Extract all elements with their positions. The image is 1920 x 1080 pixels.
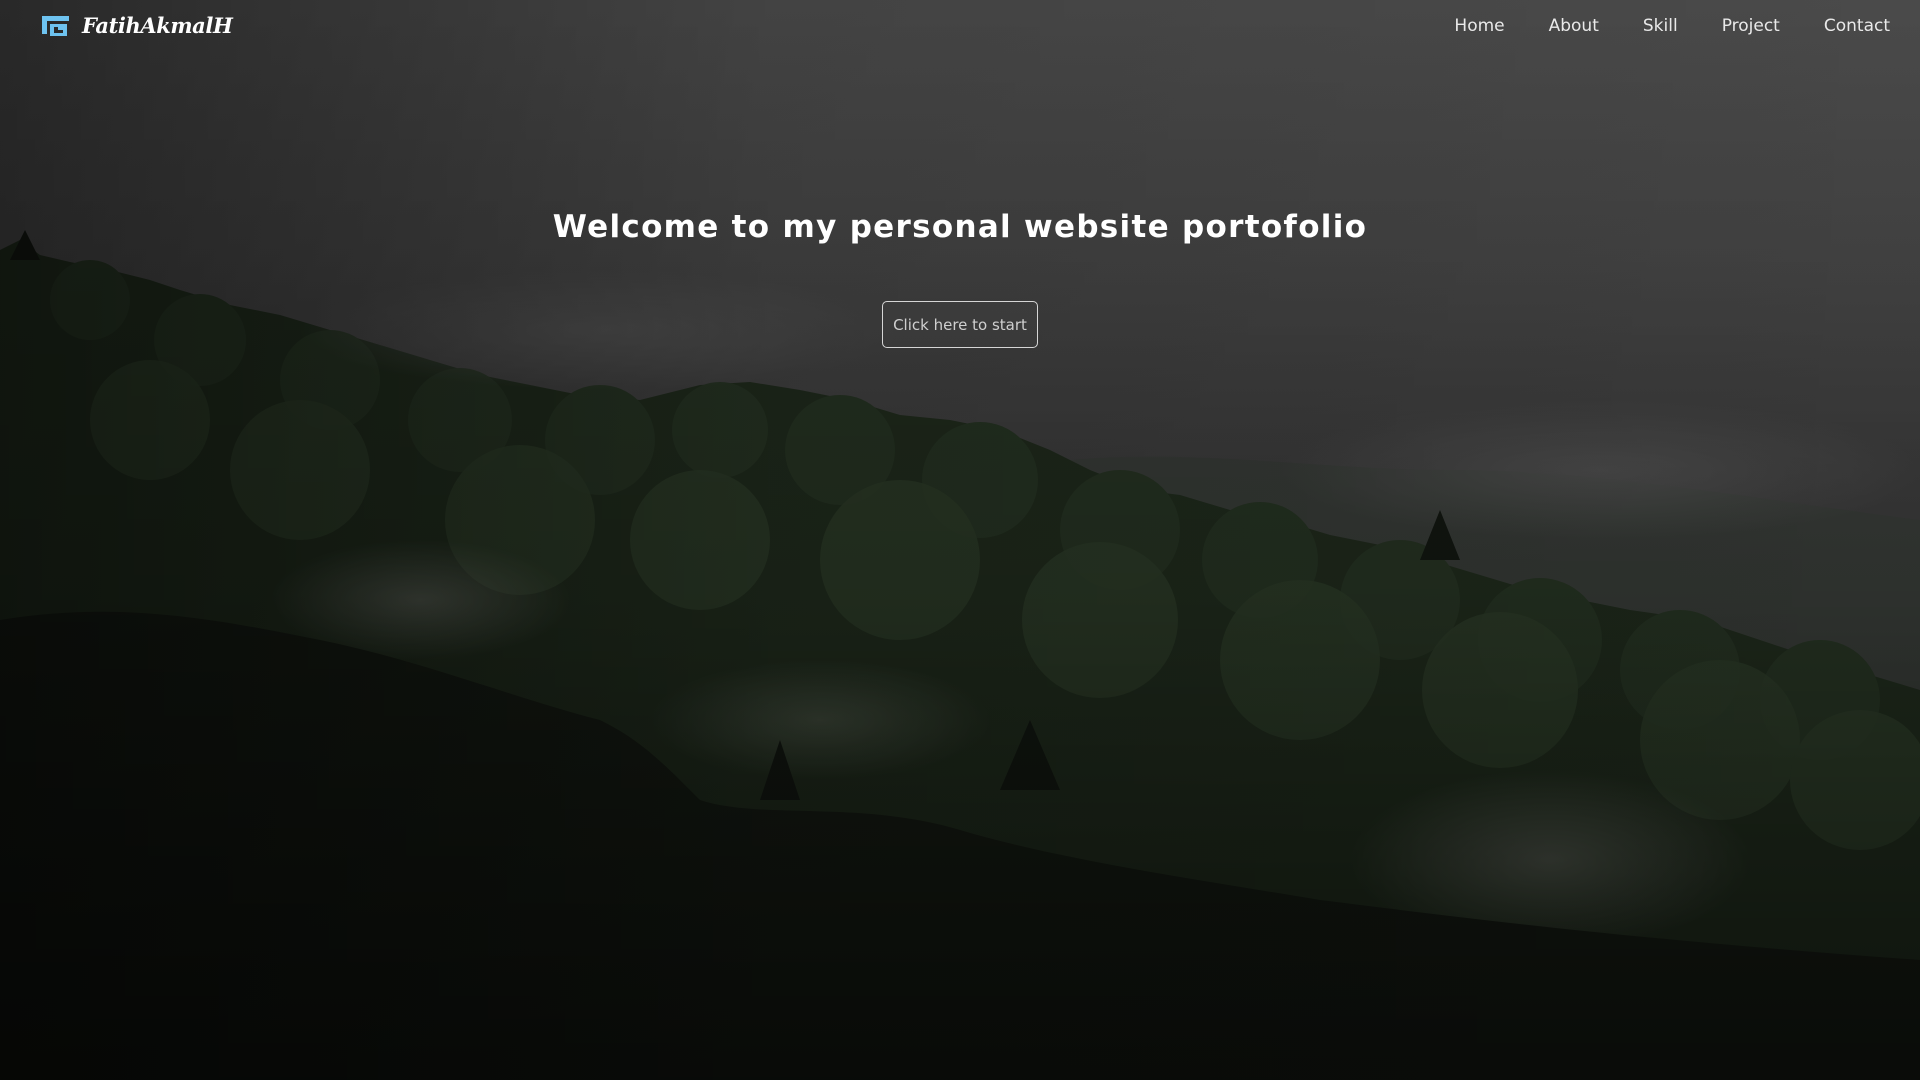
brand-name: FatihAkmalH <box>82 13 233 38</box>
nav-contact-link[interactable]: Contact <box>1824 13 1890 39</box>
start-button[interactable]: Click here to start <box>882 301 1038 348</box>
navbar: FatihAkmalH Home About Skill Project Con… <box>0 0 1920 52</box>
hero-background-image <box>0 0 1920 1080</box>
nav-skill-link[interactable]: Skill <box>1643 13 1678 39</box>
nav-home-link[interactable]: Home <box>1454 13 1504 39</box>
brand-home-link[interactable]: FatihAkmalH <box>40 13 233 39</box>
nav-project-link[interactable]: Project <box>1722 13 1780 39</box>
hero-title: Welcome to my personal website portofoli… <box>552 209 1368 245</box>
stylized-f-logo-icon <box>42 16 69 36</box>
nav-about-link[interactable]: About <box>1549 13 1599 39</box>
nav-menu: Home About Skill Project Contact <box>1454 13 1890 39</box>
hero-section: FatihAkmalH Home About Skill Project Con… <box>0 0 1920 1080</box>
